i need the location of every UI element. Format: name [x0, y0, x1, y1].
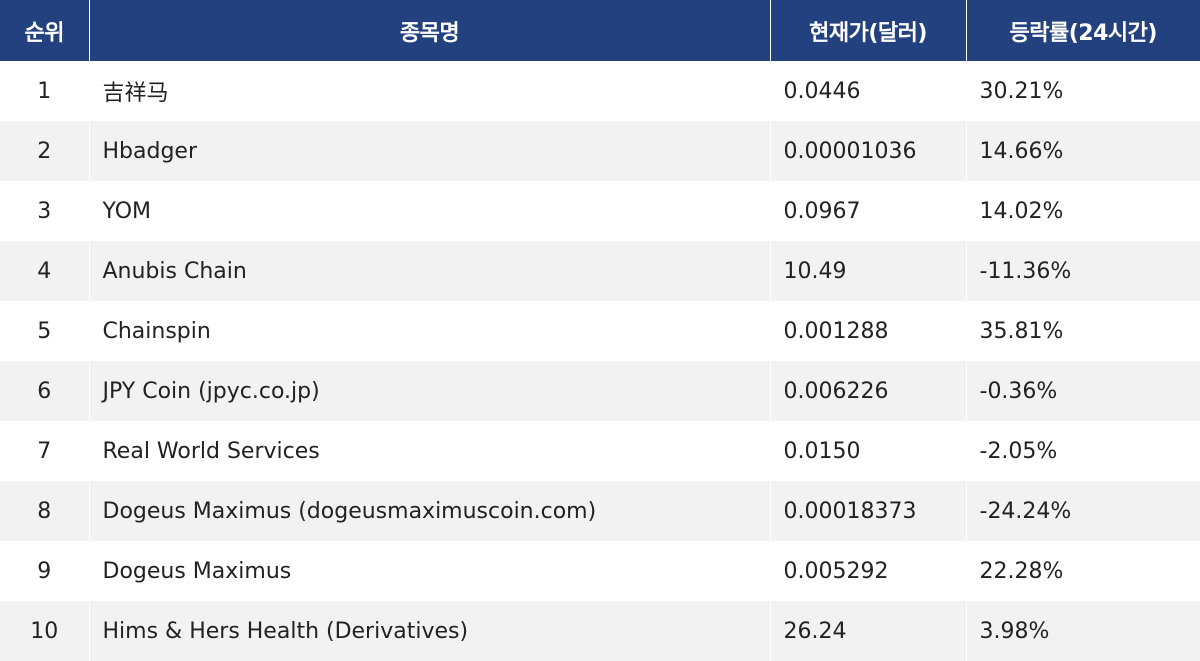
cell-price: 0.001288: [770, 301, 967, 361]
cell-name: Real World Services: [89, 421, 771, 481]
cell-price: 0.005292: [770, 541, 967, 601]
cell-price: 26.24: [770, 601, 967, 661]
cell-name: 吉祥马: [89, 61, 771, 121]
header-rank[interactable]: 순위: [0, 0, 90, 61]
cell-price: 0.0446: [770, 61, 967, 121]
cell-name: YOM: [89, 181, 771, 241]
cell-change: 35.81%: [966, 301, 1200, 361]
cell-rank: 8: [0, 481, 90, 541]
cell-change: 14.02%: [966, 181, 1200, 241]
table-row[interactable]: 7 Real World Services 0.0150 -2.05%: [0, 421, 1200, 481]
table-row[interactable]: 3 YOM 0.0967 14.02%: [0, 181, 1200, 241]
cell-change: 30.21%: [966, 61, 1200, 121]
header-name[interactable]: 종목명: [89, 0, 771, 61]
cell-price: 10.49: [770, 241, 967, 301]
cell-name: Dogeus Maximus: [89, 541, 771, 601]
cell-change: -2.05%: [966, 421, 1200, 481]
coin-ranking-table: 순위 종목명 현재가(달러) 등락률(24시간) 1 吉祥马 0.0446 30…: [0, 0, 1200, 661]
header-row: 순위 종목명 현재가(달러) 등락률(24시간): [0, 0, 1200, 61]
cell-name: Chainspin: [89, 301, 771, 361]
cell-rank: 9: [0, 541, 90, 601]
table-row[interactable]: 8 Dogeus Maximus (dogeusmaximuscoin.com)…: [0, 481, 1200, 541]
cell-name: Hims & Hers Health (Derivatives): [89, 601, 771, 661]
cell-name: JPY Coin (jpyc.co.jp): [89, 361, 771, 421]
cell-price: 0.006226: [770, 361, 967, 421]
cell-price: 0.00001036: [770, 121, 967, 181]
table-row[interactable]: 10 Hims & Hers Health (Derivatives) 26.2…: [0, 601, 1200, 661]
table-row[interactable]: 2 Hbadger 0.00001036 14.66%: [0, 121, 1200, 181]
table-header: 순위 종목명 현재가(달러) 등락률(24시간): [0, 0, 1200, 61]
table-row[interactable]: 5 Chainspin 0.001288 35.81%: [0, 301, 1200, 361]
cell-name: Anubis Chain: [89, 241, 771, 301]
cell-rank: 5: [0, 301, 90, 361]
cell-change: 22.28%: [966, 541, 1200, 601]
cell-price: 0.0150: [770, 421, 967, 481]
cell-price: 0.00018373: [770, 481, 967, 541]
cell-change: -11.36%: [966, 241, 1200, 301]
cell-price: 0.0967: [770, 181, 967, 241]
cell-name: Dogeus Maximus (dogeusmaximuscoin.com): [89, 481, 771, 541]
table-row[interactable]: 1 吉祥马 0.0446 30.21%: [0, 61, 1200, 121]
header-price[interactable]: 현재가(달러): [770, 0, 967, 61]
cell-rank: 4: [0, 241, 90, 301]
cell-name: Hbadger: [89, 121, 771, 181]
cell-change: -24.24%: [966, 481, 1200, 541]
cell-change: 3.98%: [966, 601, 1200, 661]
cell-rank: 6: [0, 361, 90, 421]
cell-rank: 1: [0, 61, 90, 121]
table-row[interactable]: 6 JPY Coin (jpyc.co.jp) 0.006226 -0.36%: [0, 361, 1200, 421]
table-row[interactable]: 4 Anubis Chain 10.49 -11.36%: [0, 241, 1200, 301]
cell-change: 14.66%: [966, 121, 1200, 181]
cell-rank: 2: [0, 121, 90, 181]
cell-change: -0.36%: [966, 361, 1200, 421]
cell-rank: 3: [0, 181, 90, 241]
cell-rank: 7: [0, 421, 90, 481]
header-change[interactable]: 등락률(24시간): [966, 0, 1200, 61]
cell-rank: 10: [0, 601, 90, 661]
table-row[interactable]: 9 Dogeus Maximus 0.005292 22.28%: [0, 541, 1200, 601]
table-body: 1 吉祥马 0.0446 30.21% 2 Hbadger 0.00001036…: [0, 61, 1200, 661]
